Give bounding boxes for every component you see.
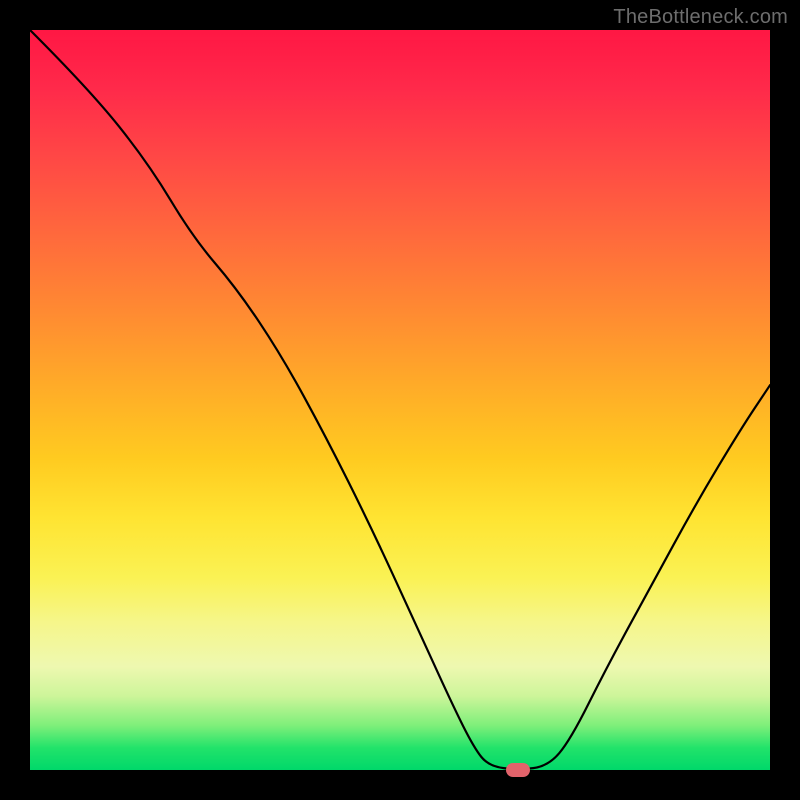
optimal-point-marker [506, 763, 530, 777]
chart-frame: TheBottleneck.com [0, 0, 800, 800]
bottleneck-curve [30, 30, 770, 770]
watermark-text: TheBottleneck.com [613, 6, 788, 29]
plot-area [30, 30, 770, 770]
